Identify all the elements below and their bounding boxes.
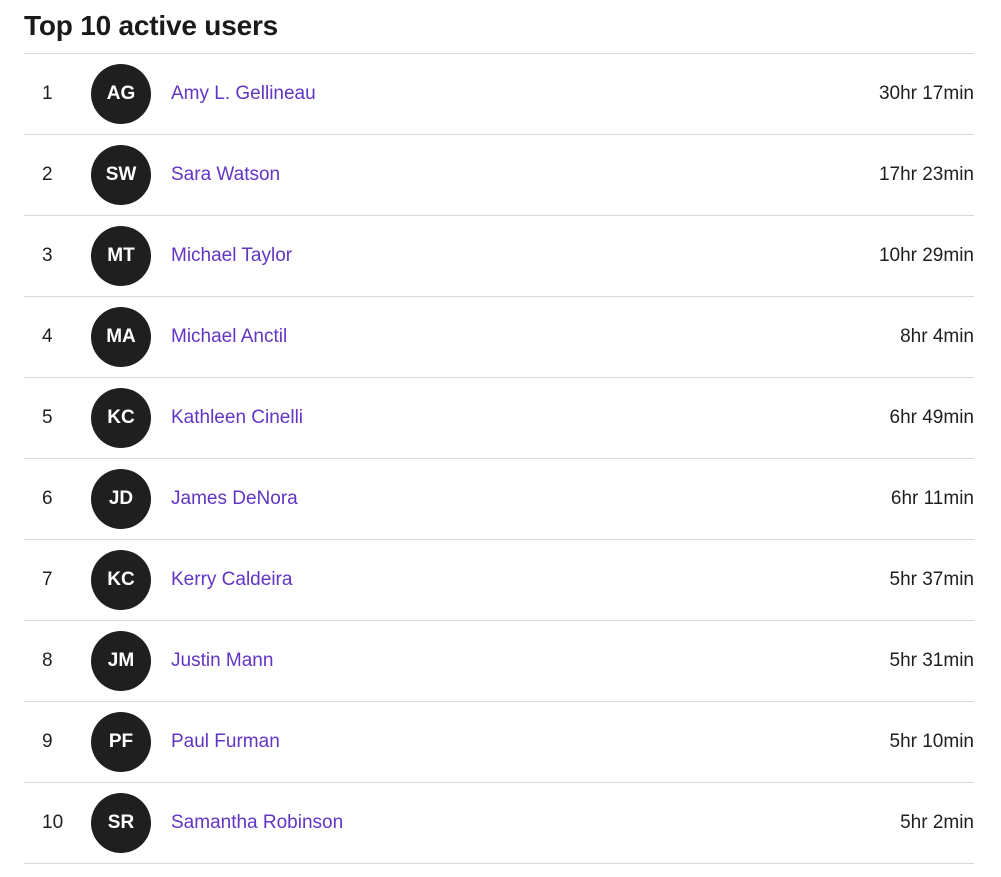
rank-number: 4 bbox=[42, 326, 53, 347]
user-list: 1 AG Amy L. Gellineau 30hr 17min 2 SW Sa… bbox=[24, 53, 974, 864]
list-item: 6 JD James DeNora 6hr 11min bbox=[24, 459, 974, 540]
list-item: 8 JM Justin Mann 5hr 31min bbox=[24, 621, 974, 702]
user-name-link[interactable]: Paul Furman bbox=[171, 702, 280, 782]
rank-number: 7 bbox=[42, 569, 53, 590]
active-time: 17hr 23min bbox=[878, 164, 974, 185]
avatar: MT bbox=[91, 226, 151, 286]
avatar: KC bbox=[91, 388, 151, 448]
rank-number: 2 bbox=[42, 164, 53, 185]
user-name-link[interactable]: Amy L. Gellineau bbox=[171, 54, 316, 134]
list-item: 7 KC Kerry Caldeira 5hr 37min bbox=[24, 540, 974, 621]
user-name-link[interactable]: Michael Taylor bbox=[171, 216, 292, 296]
rank-number: 6 bbox=[42, 488, 53, 509]
user-name-link[interactable]: Samantha Robinson bbox=[171, 783, 343, 863]
rank-number: 9 bbox=[42, 731, 53, 752]
avatar: KC bbox=[91, 550, 151, 610]
rank-number: 10 bbox=[42, 812, 64, 833]
avatar: JD bbox=[91, 469, 151, 529]
user-name-link[interactable]: Michael Anctil bbox=[171, 297, 287, 377]
active-time: 5hr 31min bbox=[889, 650, 975, 671]
avatar: SW bbox=[91, 145, 151, 205]
active-time: 5hr 10min bbox=[889, 731, 975, 752]
user-name-link[interactable]: Kathleen Cinelli bbox=[171, 378, 303, 458]
avatar: MA bbox=[91, 307, 151, 367]
top-users-panel: Top 10 active users 1 AG Amy L. Gellinea… bbox=[24, 0, 974, 864]
active-time: 10hr 29min bbox=[878, 245, 974, 266]
active-time: 5hr 37min bbox=[889, 569, 975, 590]
active-time: 30hr 17min bbox=[878, 83, 974, 104]
avatar: SR bbox=[91, 793, 151, 853]
rank-number: 8 bbox=[42, 650, 53, 671]
list-item: 4 MA Michael Anctil 8hr 4min bbox=[24, 297, 974, 378]
rank-number: 1 bbox=[42, 83, 53, 104]
list-item: 3 MT Michael Taylor 10hr 29min bbox=[24, 216, 974, 297]
list-item: 1 AG Amy L. Gellineau 30hr 17min bbox=[24, 54, 974, 135]
user-name-link[interactable]: Kerry Caldeira bbox=[171, 540, 292, 620]
list-item: 9 PF Paul Furman 5hr 10min bbox=[24, 702, 974, 783]
active-time: 5hr 2min bbox=[900, 812, 974, 833]
user-name-link[interactable]: Justin Mann bbox=[171, 621, 273, 701]
rank-number: 3 bbox=[42, 245, 53, 266]
list-item: 10 SR Samantha Robinson 5hr 2min bbox=[24, 783, 974, 864]
rank-number: 5 bbox=[42, 407, 53, 428]
active-time: 8hr 4min bbox=[900, 326, 974, 347]
list-item: 5 KC Kathleen Cinelli 6hr 49min bbox=[24, 378, 974, 459]
avatar: PF bbox=[91, 712, 151, 772]
avatar: JM bbox=[91, 631, 151, 691]
active-time: 6hr 11min bbox=[890, 488, 974, 509]
list-item: 2 SW Sara Watson 17hr 23min bbox=[24, 135, 974, 216]
page-title: Top 10 active users bbox=[24, 10, 279, 41]
user-name-link[interactable]: James DeNora bbox=[171, 459, 298, 539]
user-name-link[interactable]: Sara Watson bbox=[171, 135, 280, 215]
avatar: AG bbox=[91, 64, 151, 124]
active-time: 6hr 49min bbox=[889, 407, 975, 428]
